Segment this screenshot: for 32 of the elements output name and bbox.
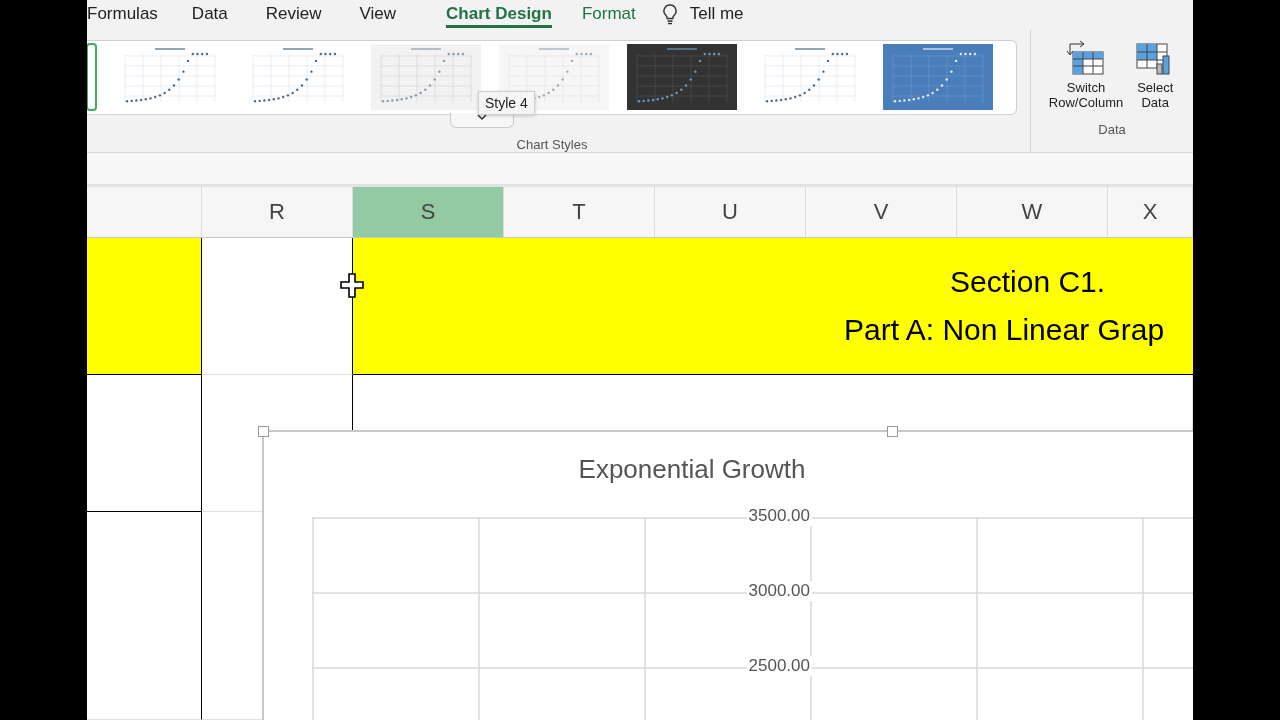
chart-style-thumbnail[interactable] bbox=[371, 44, 481, 111]
chart-style-thumbnail[interactable] bbox=[627, 44, 737, 111]
tooltip: Style 4 bbox=[478, 90, 535, 115]
axis-tick-label: 2500.00 bbox=[746, 656, 812, 676]
ribbon-tab[interactable]: Review bbox=[265, 0, 322, 28]
ribbon-tab[interactable]: View bbox=[359, 0, 397, 28]
lightbulb-icon bbox=[661, 4, 678, 26]
tell-me-search[interactable]: Tell me bbox=[689, 0, 744, 24]
axis-tick-label: 3000.00 bbox=[746, 581, 812, 601]
ribbon-button[interactable]: Select Data bbox=[1133, 39, 1178, 110]
resize-handle[interactable] bbox=[258, 426, 269, 437]
chevron-down-icon bbox=[477, 112, 487, 121]
column-header[interactable]: T bbox=[504, 187, 655, 237]
group-label: Chart Styles bbox=[516, 136, 588, 152]
ribbon-tab[interactable]: Formulas bbox=[87, 0, 158, 28]
column-header[interactable]: X bbox=[1108, 187, 1193, 237]
chart-style-thumbnail[interactable] bbox=[883, 44, 993, 111]
column-header[interactable]: U bbox=[655, 187, 806, 237]
chart-style-thumbnail[interactable] bbox=[87, 43, 97, 112]
chart-title: Exponential Growth bbox=[577, 454, 807, 485]
resize-handle[interactable] bbox=[887, 426, 898, 437]
group-label: Data bbox=[1098, 121, 1126, 137]
ribbon-tab[interactable]: Data bbox=[191, 0, 228, 28]
axis-tick-label: 3500.00 bbox=[746, 506, 812, 526]
heading-text: Section C1. bbox=[949, 264, 1107, 300]
column-header[interactable]: W bbox=[957, 187, 1108, 237]
column-header[interactable]: S bbox=[353, 187, 504, 237]
ribbon-tab[interactable]: Format bbox=[581, 0, 636, 28]
column-header[interactable]: V bbox=[806, 187, 957, 237]
switch-row-column-icon bbox=[1066, 39, 1106, 76]
ribbon-button[interactable]: Switch Row/Column bbox=[1046, 39, 1126, 110]
heading-text: Part A: Non Linear Grap bbox=[843, 312, 1166, 348]
